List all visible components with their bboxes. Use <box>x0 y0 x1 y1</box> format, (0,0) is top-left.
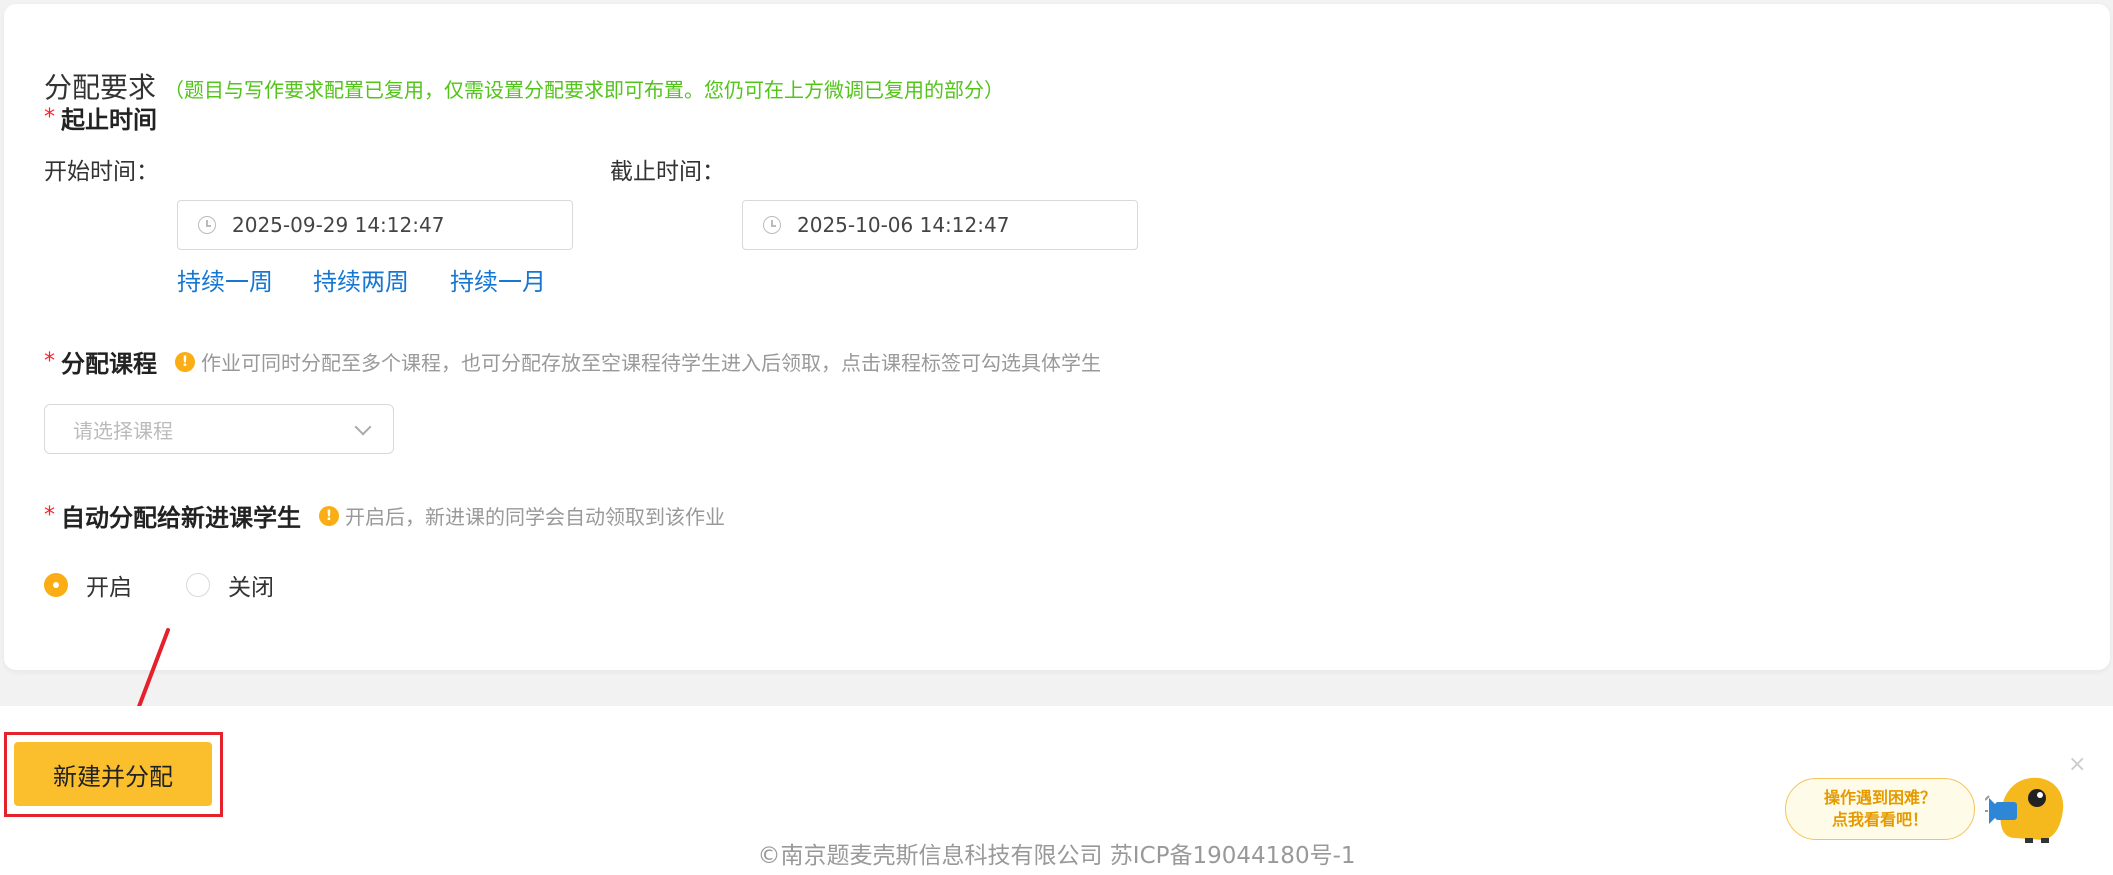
course-hint: ! 作业可同时分配至多个课程，也可分配存放至空课程待学生进入后领取，点击课程标签… <box>175 347 1101 376</box>
clock-icon <box>198 216 216 234</box>
clock-icon <box>763 216 781 234</box>
auto-assign-hint: ! 开启后，新进课的同学会自动领取到该作业 <box>319 501 725 530</box>
assignment-card: 分配要求 （题目与写作要求配置已复用，仅需设置分配要求即可布置。您仍可在上方微调… <box>4 4 2110 670</box>
radio-on[interactable] <box>44 573 68 597</box>
course-label: 分配课程 <box>61 350 157 378</box>
start-time-picker[interactable]: 2025-09-29 14:12:47 <box>177 200 573 250</box>
auto-assign-label: 自动分配给新进课学生 <box>61 504 301 532</box>
course-label-row: * 分配课程 ! 作业可同时分配至多个课程，也可分配存放至空课程待学生进入后领取… <box>44 344 1101 379</box>
help-mascot-icon[interactable] <box>1985 768 2069 844</box>
help-line-2: 点我看看吧！ <box>1831 810 1928 829</box>
end-time-value: 2025-10-06 14:12:47 <box>797 213 1010 237</box>
start-time-value: 2025-09-29 14:12:47 <box>232 213 445 237</box>
quick-one-month-link[interactable]: 持续一月 <box>450 262 546 297</box>
required-mark: * <box>44 349 55 374</box>
info-icon: ! <box>319 505 339 526</box>
course-select[interactable]: 请选择课程 <box>44 404 394 454</box>
section-title: 分配要求 （题目与写作要求配置已复用，仅需设置分配要求即可布置。您仍可在上方微调… <box>44 66 1004 106</box>
time-range-label: 起止时间 <box>61 106 157 134</box>
radio-off[interactable] <box>186 573 210 597</box>
auto-assign-label-row: * 自动分配给新进课学生 ! 开启后，新进课的同学会自动领取到该作业 <box>44 498 725 533</box>
radio-off-label[interactable]: 关闭 <box>228 568 274 602</box>
help-bubble[interactable]: 操作遇到困难？ 点我看看吧！ <box>1785 778 1975 840</box>
required-mark: * <box>44 105 55 130</box>
auto-assign-radio-group: 开启 关闭 <box>44 568 328 602</box>
quick-one-week-link[interactable]: 持续一周 <box>177 262 273 297</box>
course-hint-text: 作业可同时分配至多个课程，也可分配存放至空课程待学生进入后领取，点击课程标签可勾… <box>201 351 1101 375</box>
close-icon[interactable]: × <box>2068 752 2086 777</box>
quick-two-weeks-link[interactable]: 持续两周 <box>313 262 409 297</box>
end-time-label: 截止时间： <box>610 159 725 185</box>
reuse-note: （题目与写作要求配置已复用，仅需设置分配要求即可布置。您仍可在上方微调已复用的部… <box>164 78 1005 102</box>
required-mark: * <box>44 503 55 528</box>
copyright-text: ©南京题麦壳斯信息科技有限公司 苏ICP备19044180号-1 <box>757 843 1356 869</box>
radio-on-label[interactable]: 开启 <box>86 568 132 602</box>
start-time-label: 开始时间： <box>44 159 159 185</box>
create-and-assign-button[interactable]: 新建并分配 <box>14 742 212 806</box>
course-select-placeholder: 请选择课程 <box>73 418 173 443</box>
end-time-picker[interactable]: 2025-10-06 14:12:47 <box>742 200 1138 250</box>
info-icon: ! <box>175 351 195 372</box>
help-line-1: 操作遇到困难？ <box>1823 788 1936 807</box>
chevron-down-icon <box>354 418 372 436</box>
auto-assign-hint-text: 开启后，新进课的同学会自动领取到该作业 <box>345 505 725 529</box>
time-range-label-row: * 起止时间 <box>44 100 157 135</box>
